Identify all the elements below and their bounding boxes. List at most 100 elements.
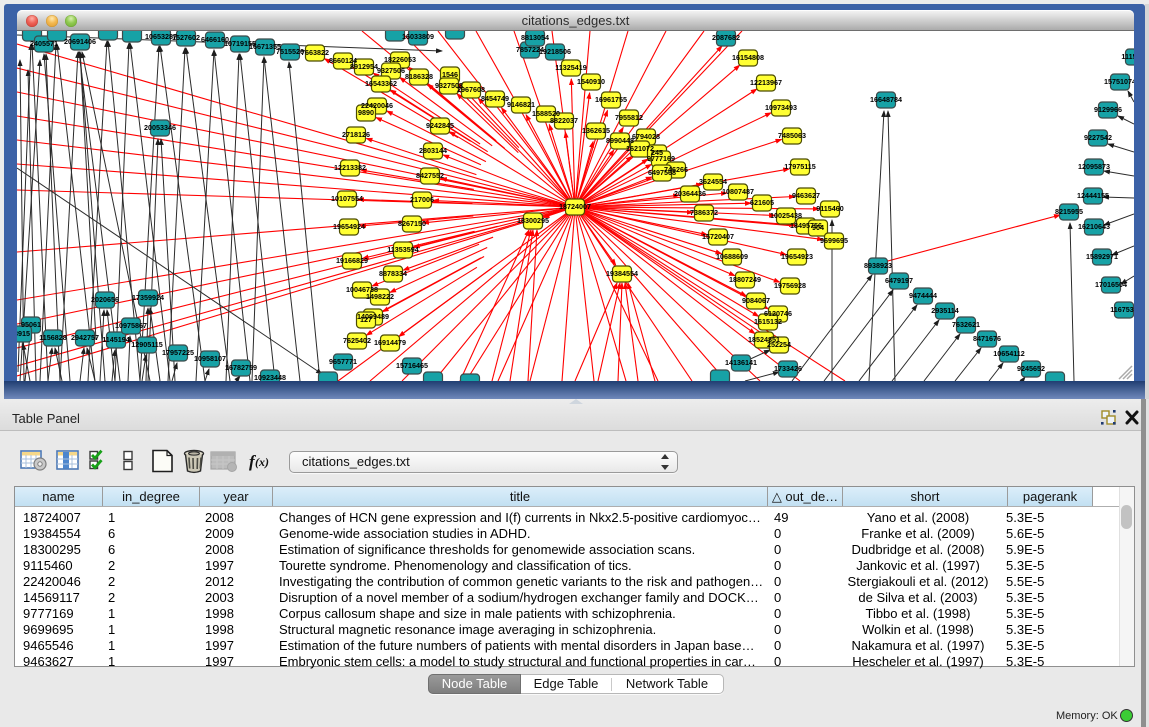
svg-text:2718126: 2718126 — [342, 130, 370, 139]
svg-text:1167533: 1167533 — [1110, 305, 1134, 314]
svg-text:3915: 3915 — [17, 329, 30, 338]
svg-text:217006: 217006 — [410, 195, 434, 204]
svg-text:15751074: 15751074 — [1104, 77, 1134, 86]
svg-text:8186328: 8186328 — [405, 72, 433, 81]
svg-text:15720407: 15720407 — [702, 232, 734, 241]
svg-text:10975867: 10975867 — [115, 321, 147, 330]
svg-text:1733426: 1733426 — [774, 364, 802, 373]
svg-text:6479197: 6479197 — [885, 276, 913, 285]
svg-text:11325419: 11325419 — [555, 63, 587, 72]
svg-text:9657771: 9657771 — [329, 357, 357, 366]
svg-text:9245652: 9245652 — [1017, 364, 1045, 373]
svg-text:10973493: 10973493 — [765, 103, 797, 112]
svg-text:10025438: 10025438 — [770, 211, 802, 220]
svg-text:8267150: 8267150 — [398, 219, 426, 228]
svg-text:18300295: 18300295 — [517, 216, 549, 225]
svg-text:20691406: 20691406 — [64, 37, 96, 46]
svg-text:15892971: 15892971 — [1086, 252, 1118, 261]
svg-text:16914479: 16914479 — [374, 338, 406, 347]
svg-text:1621072: 1621072 — [626, 144, 654, 153]
svg-text:12444155: 12444155 — [1077, 191, 1109, 200]
svg-text:10654112: 10654112 — [993, 349, 1025, 358]
svg-text:1615132: 1615132 — [754, 317, 782, 326]
svg-text:19166829: 19166829 — [336, 256, 368, 265]
svg-text:1546: 1546 — [442, 70, 458, 79]
svg-text:2942757: 2942757 — [71, 333, 99, 342]
svg-text:1145194: 1145194 — [102, 335, 130, 344]
svg-text:(x): (x) — [255, 455, 269, 469]
svg-text:2967608: 2967608 — [457, 85, 485, 94]
svg-text:1115488: 1115488 — [1121, 52, 1134, 61]
svg-text:12905115: 12905115 — [131, 340, 163, 349]
svg-text:621605: 621605 — [750, 198, 774, 207]
svg-text:6497568: 6497568 — [648, 168, 676, 177]
svg-text:16154808: 16154808 — [732, 53, 764, 62]
svg-text:1540910: 1540910 — [577, 77, 605, 86]
svg-text:16782759: 16782759 — [225, 363, 257, 372]
svg-text:8215955: 8215955 — [1055, 207, 1083, 216]
svg-text:1527602: 1527602 — [172, 33, 200, 42]
svg-text:6794028: 6794028 — [632, 132, 660, 141]
svg-text:18807249: 18807249 — [729, 275, 761, 284]
svg-text:8471676: 8471676 — [973, 334, 1001, 343]
svg-text:17957225: 17957225 — [162, 348, 194, 357]
svg-text:10958107: 10958107 — [194, 354, 226, 363]
svg-text:10923448: 10923448 — [254, 373, 286, 381]
svg-text:8454749: 8454749 — [481, 94, 509, 103]
svg-text:2935114: 2935114 — [931, 306, 959, 315]
svg-text:7632621: 7632621 — [952, 320, 980, 329]
svg-text:127: 127 — [360, 315, 372, 324]
svg-text:1156828: 1156828 — [39, 333, 67, 342]
svg-text:1498222: 1498222 — [366, 292, 394, 301]
svg-text:9227542: 9227542 — [1084, 133, 1112, 142]
svg-text:9699695: 9699695 — [820, 236, 848, 245]
svg-text:1362615: 1362615 — [582, 126, 610, 135]
svg-text:7663822: 7663822 — [301, 48, 329, 57]
svg-text:95061: 95061 — [21, 320, 41, 329]
svg-text:18226053: 18226053 — [384, 55, 416, 64]
svg-text:9890: 9890 — [358, 108, 374, 117]
svg-text:17016504: 17016504 — [1095, 280, 1127, 289]
svg-text:17359924: 17359924 — [132, 293, 164, 302]
svg-text:11353594: 11353594 — [387, 245, 419, 254]
svg-text:8912954: 8912954 — [350, 62, 378, 71]
svg-text:8427552: 8427552 — [416, 171, 444, 180]
svg-text:17975115: 17975115 — [784, 162, 816, 171]
svg-text:20364436: 20364436 — [674, 189, 706, 198]
svg-text:19218506: 19218506 — [539, 47, 571, 56]
svg-text:19756928: 19756928 — [774, 281, 806, 290]
svg-text:8878334: 8878334 — [379, 269, 407, 278]
svg-text:16961755: 16961755 — [595, 95, 627, 104]
svg-text:16648784: 16648784 — [870, 95, 902, 104]
svg-text:9327506: 9327506 — [377, 66, 405, 75]
svg-text:2803144: 2803144 — [419, 146, 447, 155]
svg-text:19654923: 19654923 — [781, 252, 813, 261]
svg-text:10688609: 10688609 — [716, 252, 748, 261]
svg-text:19654924: 19654924 — [333, 222, 365, 231]
svg-text:9084067: 9084067 — [742, 296, 770, 305]
svg-text:9115460: 9115460 — [816, 204, 844, 213]
svg-text:16210643: 16210643 — [1078, 222, 1110, 231]
svg-text:14136141: 14136141 — [725, 358, 757, 367]
svg-text:12213382: 12213382 — [334, 163, 366, 172]
svg-text:8938923: 8938923 — [864, 261, 892, 270]
svg-text:12213967: 12213967 — [750, 78, 782, 87]
svg-text:7485063: 7485063 — [778, 131, 806, 140]
svg-text:20053346: 20053346 — [144, 123, 176, 132]
svg-text:8822037: 8822037 — [550, 116, 578, 125]
svg-text:16033809: 16033809 — [402, 32, 434, 41]
svg-text:7386372: 7386372 — [690, 208, 718, 217]
svg-text:9129966: 9129966 — [1094, 105, 1122, 114]
svg-text:16543362: 16543362 — [365, 79, 397, 88]
svg-text:15716465: 15716465 — [396, 361, 428, 370]
svg-text:2020656: 2020656 — [91, 295, 119, 304]
svg-text:2087682: 2087682 — [712, 33, 740, 42]
svg-text:10807487: 10807487 — [722, 187, 754, 196]
svg-text:9474444: 9474444 — [909, 291, 937, 300]
svg-text:3624554: 3624554 — [699, 177, 727, 186]
svg-text:9146821: 9146821 — [507, 100, 535, 109]
svg-text:252254: 252254 — [767, 340, 791, 349]
svg-text:9242845: 9242845 — [426, 121, 454, 130]
svg-text:7625402: 7625402 — [343, 336, 371, 345]
svg-text:10107554: 10107554 — [331, 194, 363, 203]
